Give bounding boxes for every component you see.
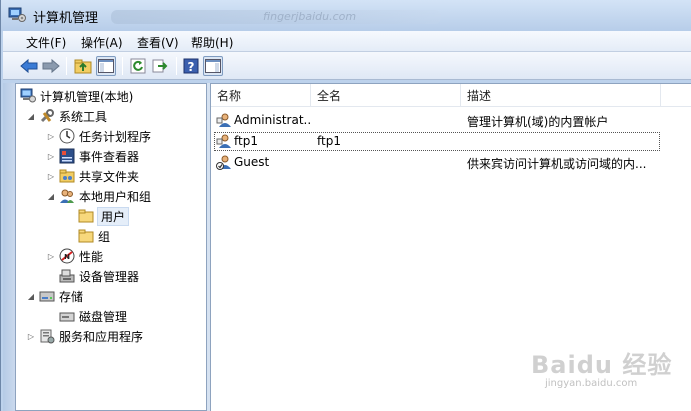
menu-view[interactable]: 查看(V) xyxy=(135,34,181,51)
services-icon xyxy=(39,328,55,344)
tree-label: 服务和应用程序 xyxy=(59,329,144,344)
tree-label: 本地用户和组 xyxy=(79,189,152,204)
table-row[interactable]: ftp1 ftp1 xyxy=(211,131,691,151)
tree-item-root[interactable]: 计算机管理(本地) xyxy=(20,86,133,106)
export-icon[interactable] xyxy=(150,56,170,76)
user-icon xyxy=(216,134,231,148)
tree-label: 组 xyxy=(98,229,111,244)
title-bar[interactable]: 计算机管理 fingerjbaidu.com xyxy=(1,0,691,31)
tools-icon xyxy=(39,108,55,124)
table-row[interactable]: Administrat... 管理计算机(域)的内置帐户 xyxy=(211,110,691,130)
tree-label: 磁盘管理 xyxy=(79,309,128,324)
tree-item-users[interactable]: 用户 xyxy=(78,206,130,226)
tree-label: 系统工具 xyxy=(59,109,108,124)
toolbar-separator xyxy=(122,57,123,75)
show-hide-action-pane-icon[interactable] xyxy=(203,56,223,76)
menu-file[interactable]: 文件(F) xyxy=(24,34,68,51)
storage-icon xyxy=(39,288,55,304)
tree-label: 任务计划程序 xyxy=(79,129,152,144)
tree-item-local-users-groups[interactable]: ◢ 本地用户和组 xyxy=(46,186,151,206)
menu-bar: 文件(F) 操作(A) 查看(V) 帮助(H) xyxy=(3,31,691,52)
tree-label: 共享文件夹 xyxy=(79,169,140,184)
background-url-text: fingerjbaidu.com xyxy=(263,10,357,23)
window-left-edge xyxy=(3,83,15,411)
folder-icon xyxy=(78,208,94,224)
help-icon[interactable]: ? xyxy=(181,56,201,76)
tree-item-system-tools[interactable]: ◢ 系统工具 xyxy=(26,106,107,126)
navigation-tree[interactable]: 计算机管理(本地) ◢ 系统工具 ▷ 任务计划程序 ▷ 事件查看器 ▷ 共享文件… xyxy=(15,83,207,411)
computer-management-icon xyxy=(20,88,36,104)
tree-label: 性能 xyxy=(79,249,104,264)
toolbar-separator xyxy=(66,57,67,75)
svg-text:N: N xyxy=(64,253,70,261)
menu-action[interactable]: 操作(A) xyxy=(79,34,125,51)
window-title: 计算机管理 xyxy=(33,11,99,26)
user-disabled-icon xyxy=(216,155,231,170)
collapsed-arrow-icon[interactable]: ▷ xyxy=(46,171,56,181)
tree-label: 设备管理器 xyxy=(79,269,140,284)
tree-item-device-manager[interactable]: 设备管理器 xyxy=(59,266,139,286)
column-header-filler xyxy=(661,84,691,107)
menu-help[interactable]: 帮助(H) xyxy=(189,34,235,51)
tree-label: 计算机管理(本地) xyxy=(40,89,134,104)
event-viewer-icon xyxy=(59,148,75,164)
tree-item-services-apps[interactable]: ▷ 服务和应用程序 xyxy=(26,326,143,346)
forward-arrow-icon[interactable] xyxy=(41,56,61,76)
cell-name: Administrat... xyxy=(234,113,310,127)
up-folder-icon[interactable] xyxy=(73,56,93,76)
tree-item-disk-management[interactable]: 磁盘管理 xyxy=(59,306,127,326)
disk-management-icon xyxy=(59,308,75,324)
show-hide-tree-icon[interactable] xyxy=(96,56,116,76)
tree-item-storage[interactable]: ◢ 存储 xyxy=(26,286,83,306)
expanded-arrow-icon[interactable]: ◢ xyxy=(26,291,36,301)
collapsed-arrow-icon[interactable]: ▷ xyxy=(46,251,56,261)
shared-folder-icon xyxy=(59,168,75,184)
device-manager-icon xyxy=(59,268,75,284)
refresh-icon[interactable] xyxy=(128,56,148,76)
tree-item-groups[interactable]: 组 xyxy=(78,226,110,246)
column-header-full-name[interactable]: 全名 xyxy=(311,84,461,107)
collapsed-arrow-icon[interactable]: ▷ xyxy=(26,331,36,341)
svg-text:?: ? xyxy=(188,60,195,74)
expanded-arrow-icon[interactable]: ◢ xyxy=(46,191,56,201)
tree-label: 用户 xyxy=(97,206,130,226)
tree-label: 存储 xyxy=(59,289,84,304)
collapsed-arrow-icon[interactable]: ▷ xyxy=(46,151,56,161)
column-header-description[interactable]: 描述 xyxy=(461,84,661,107)
tree-item-task-scheduler[interactable]: ▷ 任务计划程序 xyxy=(46,126,151,146)
clock-icon xyxy=(59,128,75,144)
tree-item-performance[interactable]: ▷ N 性能 xyxy=(46,246,103,266)
cell-description: 管理计算机(域)的内置帐户 xyxy=(467,115,609,129)
back-arrow-icon[interactable] xyxy=(19,56,39,76)
tree-item-shared-folders[interactable]: ▷ 共享文件夹 xyxy=(46,166,139,186)
performance-icon: N xyxy=(59,248,75,264)
toolbar: ? xyxy=(3,52,691,80)
table-row[interactable]: Guest 供来宾访问计算机或访问域的内... xyxy=(211,152,691,172)
cell-full-name: ftp1 xyxy=(317,134,341,148)
user-list-view[interactable]: 名称 全名 描述 Administrat... 管理计算机(域)的内置帐户 ft… xyxy=(210,83,691,411)
collapsed-arrow-icon[interactable]: ▷ xyxy=(46,131,56,141)
folder-icon xyxy=(78,228,94,244)
user-icon xyxy=(216,113,231,127)
column-header-name[interactable]: 名称 xyxy=(211,84,311,107)
cell-name: ftp1 xyxy=(234,134,258,148)
computer-management-icon xyxy=(8,7,26,22)
toolbar-separator xyxy=(176,57,177,75)
tree-item-event-viewer[interactable]: ▷ 事件查看器 xyxy=(46,146,139,166)
computer-management-window: 计算机管理 fingerjbaidu.com 文件(F) 操作(A) 查看(V)… xyxy=(0,0,691,411)
cell-description: 供来宾访问计算机或访问域的内... xyxy=(467,157,647,171)
users-groups-icon xyxy=(59,188,75,204)
cell-name: Guest xyxy=(234,155,270,169)
tree-label: 事件查看器 xyxy=(79,149,140,164)
expanded-arrow-icon[interactable]: ◢ xyxy=(26,111,36,121)
